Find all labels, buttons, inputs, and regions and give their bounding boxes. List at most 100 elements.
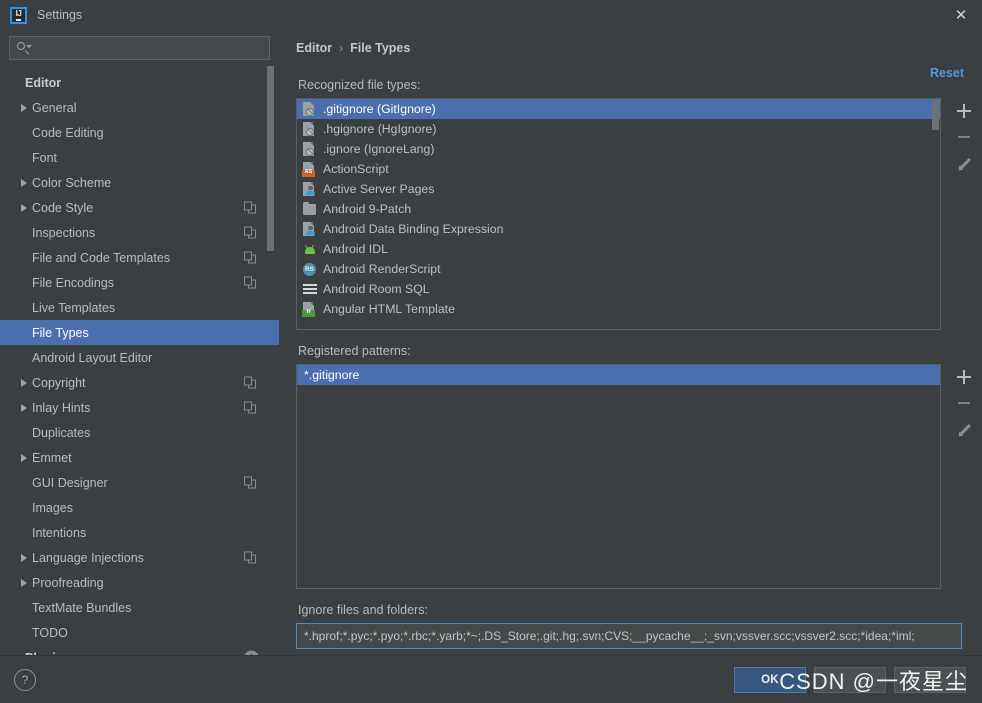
settings-tree: Editor General Code Editing Font Color Schem… bbox=[0, 68, 279, 655]
breadcrumb-parent[interactable]: Editor bbox=[296, 41, 332, 55]
sidebar-item-label: Code Editing bbox=[32, 125, 104, 140]
file-type-row[interactable]: AS ActionScript bbox=[297, 159, 940, 179]
copy-settings-icon[interactable] bbox=[244, 251, 257, 264]
sidebar-item-label: Duplicates bbox=[32, 425, 91, 440]
ignore-files-input[interactable] bbox=[302, 628, 956, 644]
patterns-toolbar bbox=[950, 364, 978, 589]
expand-arrow-icon[interactable] bbox=[18, 578, 30, 587]
sidebar-item-file-types[interactable]: File Types bbox=[0, 320, 279, 345]
sidebar-item-proofreading[interactable]: Proofreading bbox=[0, 570, 279, 595]
patterns-list[interactable]: *.gitignore bbox=[296, 364, 941, 589]
edit-pattern-button[interactable] bbox=[952, 416, 976, 442]
sidebar-item-general[interactable]: General bbox=[0, 95, 279, 120]
recognized-file-types-area: .gitignore (GitIgnore) .hgignore (HgIgnor… bbox=[296, 98, 972, 330]
logo-text: IJ bbox=[15, 9, 22, 21]
search-input[interactable] bbox=[34, 41, 263, 55]
sidebar-item-label: Code Style bbox=[32, 200, 94, 215]
file-type-row[interactable]: RS Android RenderScript bbox=[297, 259, 940, 279]
sidebar-item-android-layout-editor[interactable]: Android Layout Editor bbox=[0, 345, 279, 370]
expand-arrow-icon[interactable] bbox=[18, 453, 30, 462]
expand-arrow-icon[interactable] bbox=[18, 403, 30, 412]
file-type-row[interactable]: Android Data Binding Expression bbox=[297, 219, 940, 239]
expand-arrow-icon[interactable] bbox=[18, 178, 30, 187]
file-type-row[interactable]: .hgignore (HgIgnore) bbox=[297, 119, 940, 139]
sidebar-item-label: Live Templates bbox=[32, 300, 116, 315]
apply-button[interactable] bbox=[894, 666, 966, 693]
copy-settings-icon[interactable] bbox=[244, 551, 257, 564]
sql-icon bbox=[302, 282, 317, 297]
file-type-row[interactable]: .gitignore (GitIgnore) bbox=[297, 99, 940, 119]
add-pattern-button[interactable] bbox=[952, 364, 976, 390]
copy-settings-icon[interactable] bbox=[244, 376, 257, 389]
expand-arrow-icon[interactable] bbox=[18, 553, 30, 562]
settings-main-panel: Editor › File Types Reset Recognized fil… bbox=[279, 30, 982, 655]
file-types-list[interactable]: .gitignore (GitIgnore) .hgignore (HgIgnor… bbox=[296, 98, 941, 330]
sidebar-item-duplicates[interactable]: Duplicates bbox=[0, 420, 279, 445]
sidebar-item-inlay-hints[interactable]: Inlay Hints bbox=[0, 395, 279, 420]
ok-button[interactable]: OK bbox=[734, 666, 806, 693]
file-type-row[interactable]: Active Server Pages bbox=[297, 179, 940, 199]
file-type-label: Android 9-Patch bbox=[323, 202, 412, 216]
sidebar-item-plugins[interactable]: Plugins1 bbox=[0, 645, 279, 655]
sidebar-item-images[interactable]: Images bbox=[0, 495, 279, 520]
file-ignore-icon bbox=[302, 142, 317, 157]
reset-link[interactable]: Reset bbox=[930, 66, 964, 80]
help-button[interactable]: ? bbox=[14, 668, 36, 691]
file-type-row[interactable]: Android 9-Patch bbox=[297, 199, 940, 219]
intellij-logo-icon: IJ bbox=[10, 6, 27, 24]
sidebar-item-label: Copyright bbox=[32, 375, 86, 390]
sidebar-item-code-editing[interactable]: Code Editing bbox=[0, 120, 279, 145]
sidebar-item-intentions[interactable]: Intentions bbox=[0, 520, 279, 545]
cancel-button[interactable] bbox=[814, 666, 886, 693]
sidebar-item-live-templates[interactable]: Live Templates bbox=[0, 295, 279, 320]
recognized-file-types-label: Recognized file types: bbox=[298, 78, 421, 92]
sidebar-item-copyright[interactable]: Copyright bbox=[0, 370, 279, 395]
search-box[interactable] bbox=[9, 36, 270, 60]
window-title: Settings bbox=[37, 8, 83, 22]
file-ignore-icon bbox=[302, 122, 317, 137]
sidebar-item-textmate-bundles[interactable]: TextMate Bundles bbox=[0, 595, 279, 620]
sidebar-item-editor[interactable]: Editor bbox=[0, 70, 279, 95]
file-type-label: Android IDL bbox=[323, 242, 388, 256]
copy-settings-icon[interactable] bbox=[244, 226, 257, 239]
file-type-row[interactable]: .ignore (IgnoreLang) bbox=[297, 139, 940, 159]
sidebar-item-color-scheme[interactable]: Color Scheme bbox=[0, 170, 279, 195]
title-bar: IJ Settings ✕ bbox=[0, 0, 982, 30]
sidebar-item-label: Android Layout Editor bbox=[32, 350, 153, 365]
sidebar-item-label: File and Code Templates bbox=[32, 250, 171, 265]
expand-arrow-icon[interactable] bbox=[18, 203, 30, 212]
copy-settings-icon[interactable] bbox=[244, 476, 257, 489]
sidebar-item-label: File Types bbox=[32, 325, 89, 340]
expand-arrow-icon[interactable] bbox=[18, 378, 30, 387]
sidebar-item-gui-designer[interactable]: GUI Designer bbox=[0, 470, 279, 495]
file-ignore-icon bbox=[302, 102, 317, 117]
sidebar-item-emmet[interactable]: Emmet bbox=[0, 445, 279, 470]
sidebar-item-label: Emmet bbox=[32, 450, 72, 465]
expand-arrow-icon[interactable] bbox=[18, 103, 30, 112]
android-icon bbox=[302, 242, 317, 257]
file-type-row[interactable]: H Angular HTML Template bbox=[297, 299, 940, 319]
sidebar-item-file-and-code-templates[interactable]: File and Code Templates bbox=[0, 245, 279, 270]
sidebar-item-code-style[interactable]: Code Style bbox=[0, 195, 279, 220]
sidebar-item-language-injections[interactable]: Language Injections bbox=[0, 545, 279, 570]
sidebar-scrollbar[interactable] bbox=[267, 66, 274, 251]
sidebar-item-todo[interactable]: TODO bbox=[0, 620, 279, 645]
pattern-row[interactable]: *.gitignore bbox=[297, 365, 940, 385]
file-type-label: ActionScript bbox=[323, 162, 389, 176]
sidebar-item-font[interactable]: Font bbox=[0, 145, 279, 170]
sidebar-item-inspections[interactable]: Inspections bbox=[0, 220, 279, 245]
file-types-scrollbar[interactable] bbox=[932, 100, 939, 130]
copy-settings-icon[interactable] bbox=[244, 201, 257, 214]
copy-settings-icon[interactable] bbox=[244, 276, 257, 289]
file-type-row[interactable]: Android IDL bbox=[297, 239, 940, 259]
copy-settings-icon[interactable] bbox=[244, 401, 257, 414]
ignore-files-field[interactable] bbox=[296, 623, 962, 649]
file-type-row[interactable]: Android Room SQL bbox=[297, 279, 940, 299]
dialog-body: Editor General Code Editing Font Color Schem… bbox=[0, 30, 982, 655]
add-file-type-button[interactable] bbox=[952, 98, 976, 124]
edit-file-type-button[interactable] bbox=[952, 150, 976, 176]
remove-pattern-button[interactable] bbox=[952, 390, 976, 416]
sidebar-item-file-encodings[interactable]: File Encodings bbox=[0, 270, 279, 295]
remove-file-type-button[interactable] bbox=[952, 124, 976, 150]
close-icon[interactable]: ✕ bbox=[950, 4, 972, 26]
